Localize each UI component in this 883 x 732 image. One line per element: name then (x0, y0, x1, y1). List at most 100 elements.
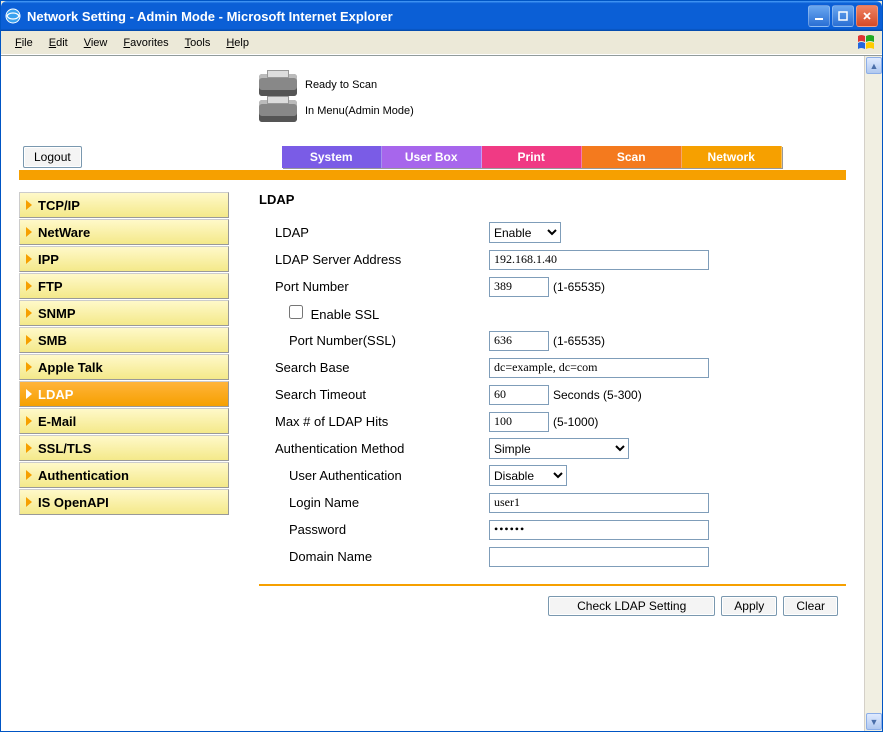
windows-flag-icon (856, 33, 876, 53)
sidebar-item-isopenapi[interactable]: IS OpenAPI (19, 489, 229, 515)
sidebar-item-label: TCP/IP (38, 198, 80, 213)
minimize-button[interactable] (808, 5, 830, 27)
sidebar: TCP/IP NetWare IPP FTP SNMP SMB Apple Ta… (19, 192, 229, 616)
scroll-up-button[interactable]: ▲ (866, 57, 882, 74)
arrow-icon (26, 416, 32, 426)
search-base-label: Search Base (259, 360, 489, 375)
port-ssl-label: Port Number(SSL) (259, 333, 489, 348)
port-ssl-note: (1-65535) (553, 334, 605, 348)
main-tabs: System User Box Print Scan Network (282, 146, 782, 168)
port-note: (1-65535) (553, 280, 605, 294)
sidebar-item-appletalk[interactable]: Apple Talk (19, 354, 229, 380)
timeout-field[interactable] (489, 385, 549, 405)
userauth-select[interactable]: Disable (489, 465, 567, 486)
menu-edit[interactable]: Edit (41, 35, 76, 51)
menu-tools[interactable]: Tools (177, 35, 219, 51)
vertical-scrollbar[interactable]: ▲ ▼ (864, 56, 882, 731)
tab-system[interactable]: System (282, 146, 382, 168)
sidebar-item-label: SSL/TLS (38, 441, 91, 456)
printer-icon (259, 100, 297, 122)
window-title: Network Setting - Admin Mode - Microsoft… (27, 9, 808, 24)
sidebar-item-label: LDAP (38, 387, 73, 402)
login-name-field[interactable] (489, 493, 709, 513)
sidebar-item-ssltls[interactable]: SSL/TLS (19, 435, 229, 461)
userauth-label: User Authentication (259, 468, 489, 483)
server-address-field[interactable] (489, 250, 709, 270)
sidebar-item-smb[interactable]: SMB (19, 327, 229, 353)
sidebar-item-ipp[interactable]: IPP (19, 246, 229, 272)
ldap-enable-select[interactable]: Enable (489, 222, 561, 243)
port-ssl-field[interactable] (489, 331, 549, 351)
tab-userbox[interactable]: User Box (382, 146, 482, 168)
sidebar-item-label: Apple Talk (38, 360, 103, 375)
arrow-icon (26, 335, 32, 345)
maximize-button[interactable] (832, 5, 854, 27)
arrow-icon (26, 443, 32, 453)
maxhits-note: (5-1000) (553, 415, 598, 429)
password-label: Password (259, 522, 489, 537)
arrow-icon (26, 497, 32, 507)
topbar: Logout System User Box Print Scan Networ… (19, 146, 846, 168)
status-area: Ready to Scan In Menu(Admin Mode) (259, 72, 846, 124)
section-title: LDAP (259, 192, 846, 207)
clear-button[interactable]: Clear (783, 596, 838, 616)
password-field[interactable] (489, 520, 709, 540)
printer-icon (259, 74, 297, 96)
titlebar: Network Setting - Admin Mode - Microsoft… (1, 1, 882, 31)
server-label: LDAP Server Address (259, 252, 489, 267)
apply-button[interactable]: Apply (721, 596, 777, 616)
sidebar-item-email[interactable]: E-Mail (19, 408, 229, 434)
menubar: File Edit View Favorites Tools Help (1, 31, 882, 55)
button-row: Check LDAP Setting Apply Clear (259, 596, 846, 616)
sidebar-item-ftp[interactable]: FTP (19, 273, 229, 299)
tab-scan[interactable]: Scan (582, 146, 682, 168)
sidebar-item-label: E-Mail (38, 414, 76, 429)
sidebar-item-label: Authentication (38, 468, 129, 483)
menu-file[interactable]: File (7, 35, 41, 51)
arrow-icon (26, 470, 32, 480)
maxhits-field[interactable] (489, 412, 549, 432)
sidebar-item-authentication[interactable]: Authentication (19, 462, 229, 488)
menu-view[interactable]: View (76, 35, 116, 51)
sidebar-item-label: FTP (38, 279, 63, 294)
arrow-icon (26, 308, 32, 318)
status-line-2: In Menu(Admin Mode) (305, 105, 414, 117)
accent-bar (19, 170, 846, 180)
scroll-down-button[interactable]: ▼ (866, 713, 882, 730)
domain-name-field[interactable] (489, 547, 709, 567)
sidebar-item-tcpip[interactable]: TCP/IP (19, 192, 229, 218)
enable-ssl-checkbox[interactable] (289, 305, 303, 319)
main-split: TCP/IP NetWare IPP FTP SNMP SMB Apple Ta… (19, 192, 846, 616)
arrow-icon (26, 362, 32, 372)
logout-button[interactable]: Logout (23, 146, 82, 168)
browser-window: Network Setting - Admin Mode - Microsoft… (0, 0, 883, 732)
sidebar-item-snmp[interactable]: SNMP (19, 300, 229, 326)
close-button[interactable] (856, 5, 878, 27)
tab-network[interactable]: Network (682, 146, 782, 168)
window-buttons (808, 5, 878, 27)
sidebar-item-label: SMB (38, 333, 67, 348)
search-base-field[interactable] (489, 358, 709, 378)
sidebar-item-netware[interactable]: NetWare (19, 219, 229, 245)
check-ldap-button[interactable]: Check LDAP Setting (548, 596, 715, 616)
menu-help[interactable]: Help (218, 35, 257, 51)
enable-ssl-label: Enable SSL (311, 307, 380, 322)
authmethod-label: Authentication Method (259, 441, 489, 456)
authmethod-select[interactable]: Simple (489, 438, 629, 459)
content-area: ▲ ▼ Ready to Scan In Menu(Admin Mode) (1, 55, 882, 731)
arrow-icon (26, 254, 32, 264)
sidebar-item-label: SNMP (38, 306, 76, 321)
arrow-icon (26, 227, 32, 237)
arrow-icon (26, 200, 32, 210)
tab-print[interactable]: Print (482, 146, 582, 168)
sidebar-item-ldap[interactable]: LDAP (19, 381, 229, 407)
form-area: LDAP LDAP Enable LDAP Server Address Por… (229, 192, 846, 616)
ldap-label: LDAP (259, 225, 489, 240)
maxhits-label: Max # of LDAP Hits (259, 414, 489, 429)
menu-favorites[interactable]: Favorites (115, 35, 176, 51)
arrow-icon (26, 281, 32, 291)
port-number-field[interactable] (489, 277, 549, 297)
sidebar-item-label: NetWare (38, 225, 90, 240)
sidebar-item-label: IPP (38, 252, 59, 267)
login-label: Login Name (259, 495, 489, 510)
